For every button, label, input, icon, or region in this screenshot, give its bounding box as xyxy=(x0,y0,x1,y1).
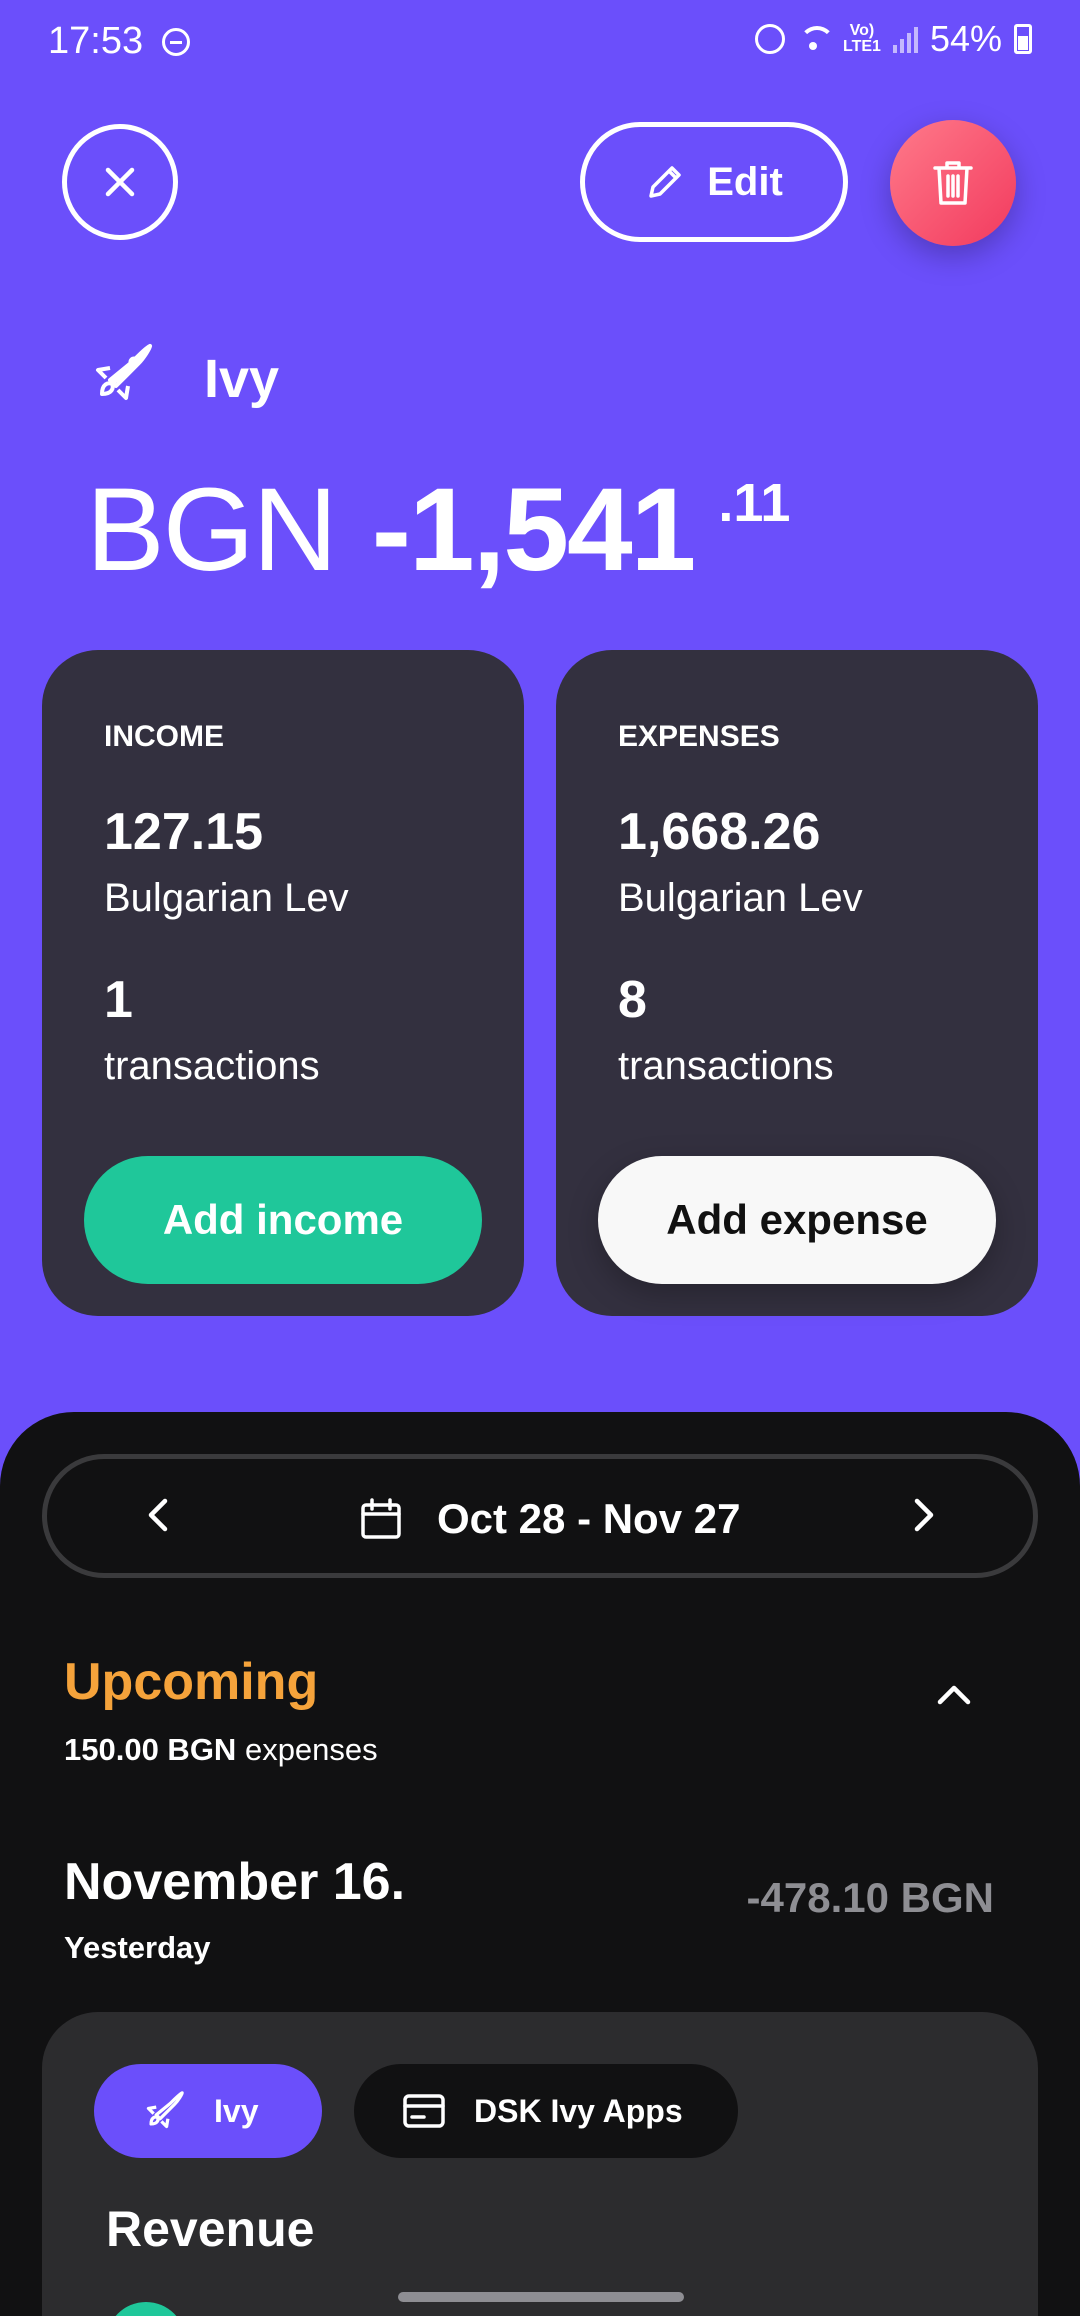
close-icon xyxy=(105,167,135,197)
expenses-amount: 1,668.26 xyxy=(618,803,821,861)
transactions-sheet[interactable]: Oct 28 - Nov 27 Upcoming 150.00 BGN expe… xyxy=(0,1412,1080,2316)
account-name: Ivy xyxy=(204,349,280,409)
pencil-icon xyxy=(649,166,681,198)
income-amount: 127.15 xyxy=(104,803,264,861)
day-total: -478.10 BGN xyxy=(746,1874,994,1921)
volte-icon: Vo) LTE1 xyxy=(843,22,881,55)
add-income-button[interactable]: Add income xyxy=(84,1156,482,1284)
upcoming-summary: 150.00 BGN expenses xyxy=(64,1732,378,1768)
delete-button[interactable] xyxy=(890,120,1016,246)
income-currency: Bulgarian Lev xyxy=(104,876,349,920)
transaction-title: Revenue xyxy=(106,2201,315,2257)
home-indicator[interactable] xyxy=(398,2292,684,2302)
wifi-icon xyxy=(797,24,835,54)
category-chip[interactable]: DSK Ivy Apps xyxy=(354,2064,738,2158)
battery-icon xyxy=(1014,24,1032,54)
upcoming-suffix: expenses xyxy=(244,1732,378,1767)
expenses-count-label: transactions xyxy=(618,1044,834,1088)
upcoming-amount: 150.00 BGN xyxy=(64,1732,237,1767)
account-balance: BGN -1,541 .11 xyxy=(86,462,790,598)
expenses-currency: Bulgarian Lev xyxy=(618,876,863,920)
chevron-left-icon[interactable] xyxy=(143,1495,173,1535)
balance-integer: -1,541 xyxy=(371,464,697,596)
status-time: 17:53 xyxy=(48,20,144,62)
signal-icon xyxy=(892,25,918,53)
card-icon xyxy=(403,2094,445,2128)
edit-label: Edit xyxy=(707,159,783,204)
date-range-label[interactable]: Oct 28 - Nov 27 xyxy=(437,1495,740,1543)
rocket-icon xyxy=(146,2091,184,2129)
income-count-label: transactions xyxy=(104,1044,320,1088)
battery-percent: 54% xyxy=(929,18,1002,59)
chevron-right-icon[interactable] xyxy=(909,1495,939,1535)
account-chip-label: Ivy xyxy=(214,2092,259,2129)
date-range-selector: Oct 28 - Nov 27 xyxy=(42,1454,1038,1578)
income-label: INCOME xyxy=(104,720,224,753)
account-chip[interactable]: Ivy xyxy=(94,2064,322,2158)
status-icons: Vo) LTE1 54% xyxy=(755,18,1032,60)
category-icon xyxy=(106,2302,186,2316)
alarm-icon xyxy=(755,24,785,54)
category-chip-label: DSK Ivy Apps xyxy=(474,2092,683,2129)
balance-decimal: .11 xyxy=(718,473,791,533)
expenses-count: 8 xyxy=(618,971,647,1029)
status-bar: 17:53 Vo) LTE1 54% xyxy=(0,0,1080,84)
close-button[interactable] xyxy=(62,124,178,240)
upcoming-title[interactable]: Upcoming xyxy=(64,1652,318,1712)
calendar-icon xyxy=(361,1498,401,1539)
do-not-disturb-icon xyxy=(162,28,190,56)
income-card: INCOME 127.15 Bulgarian Lev 1 transactio… xyxy=(42,650,524,1316)
transaction-card[interactable]: Ivy DSK Ivy Apps Revenue xyxy=(42,2012,1038,2316)
expenses-card: EXPENSES 1,668.26 Bulgarian Lev 8 transa… xyxy=(556,650,1038,1316)
rocket-icon xyxy=(88,340,156,413)
day-header-title: November 16. xyxy=(64,1853,406,1911)
income-count: 1 xyxy=(104,971,133,1029)
balance-currency: BGN xyxy=(86,464,338,596)
day-header-subtitle: Yesterday xyxy=(64,1930,211,1965)
expenses-label: EXPENSES xyxy=(618,720,780,753)
edit-button[interactable]: Edit xyxy=(580,122,848,242)
add-expense-button[interactable]: Add expense xyxy=(598,1156,996,1284)
chevron-up-icon[interactable] xyxy=(934,1680,974,1710)
trash-icon xyxy=(933,161,973,205)
